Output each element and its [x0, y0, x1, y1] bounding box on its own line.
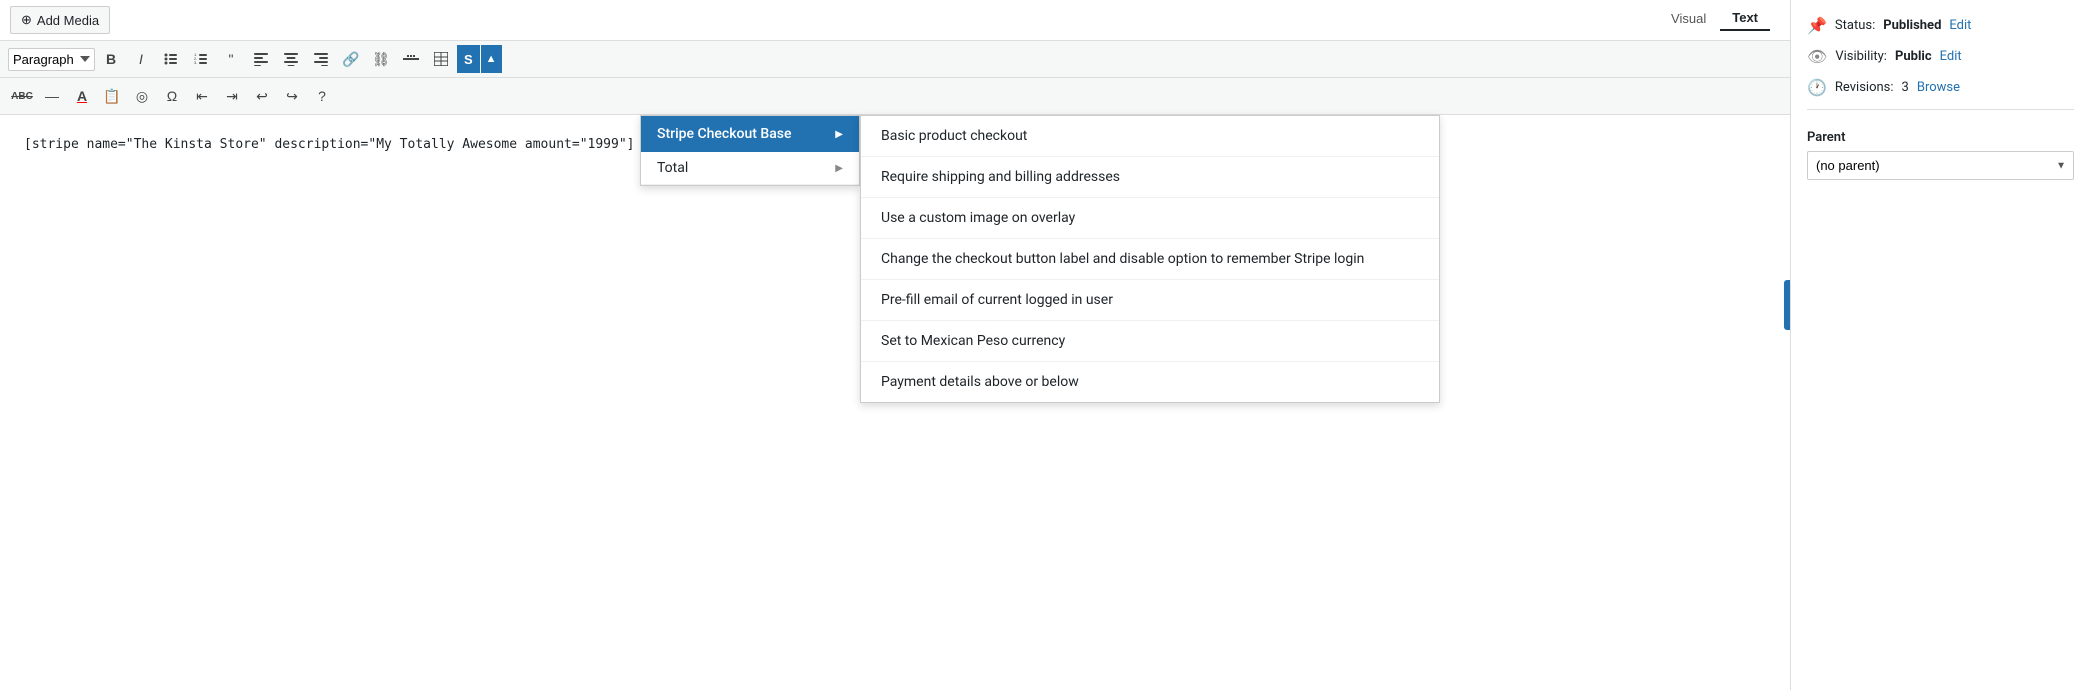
align-right-button[interactable]: [307, 45, 335, 73]
submenu-item-shipping[interactable]: Require shipping and billing addresses: [861, 157, 1439, 198]
undo-button[interactable]: ↩: [248, 82, 276, 110]
total-label: Total: [657, 160, 688, 176]
unordered-list-button[interactable]: [157, 45, 185, 73]
revisions-label: Revisions:: [1835, 80, 1894, 95]
submenu-item-basic[interactable]: Basic product checkout: [861, 116, 1439, 157]
indent-button[interactable]: ⇥: [218, 82, 246, 110]
status-row: 📌 Status: Published Edit: [1807, 16, 2074, 35]
unlink-button[interactable]: ⛓: [367, 45, 395, 73]
revisions-row: 🕐 Revisions: 3 Browse: [1807, 78, 2074, 97]
submenu-item-payment-details[interactable]: Payment details above or below: [861, 362, 1439, 402]
toolbar-format-row2: ABC — A 📋 ◎ Ω ⇤ ⇥ ↩ ↪ ?: [0, 78, 2090, 115]
status-value: Published: [1883, 18, 1941, 33]
submenu-label-payment-details: Payment details above or below: [881, 374, 1079, 390]
stripe-dropdown-button[interactable]: ▲: [481, 45, 502, 73]
toolbar-top: ⊕ Add Media Visual Text: [0, 0, 2090, 41]
visibility-label: Visibility:: [1835, 49, 1887, 64]
revisions-browse-link[interactable]: Browse: [1917, 80, 1960, 95]
italic-button[interactable]: I: [127, 45, 155, 73]
editor-container: ⊕ Add Media Visual Text Paragraph B I 1.…: [0, 0, 2090, 690]
paragraph-format-select[interactable]: Paragraph: [8, 48, 95, 71]
stripe-main-button[interactable]: S: [457, 45, 480, 73]
submenu-item-prefill[interactable]: Pre-fill email of current logged in user: [861, 280, 1439, 321]
visibility-row: 👁 Visibility: Public Edit: [1807, 47, 2074, 66]
submenu-label-currency: Set to Mexican Peso currency: [881, 333, 1065, 349]
link-button[interactable]: 🔗: [337, 45, 365, 73]
right-sidebar: 📌 Status: Published Edit 👁 Visibility: P…: [1790, 0, 2090, 690]
status-label: Status:: [1835, 18, 1875, 33]
add-media-label: Add Media: [37, 13, 99, 28]
dropdown-arrow-icon: ▶: [835, 129, 843, 140]
paste-word-button[interactable]: 📋: [98, 82, 126, 110]
submenu-label-shipping: Require shipping and billing addresses: [881, 169, 1120, 185]
stripe-dropdown-menu: Stripe Checkout Base ▶ Total ▶: [640, 115, 860, 186]
text-color-button[interactable]: A: [68, 82, 96, 110]
redo-button[interactable]: ↪: [278, 82, 306, 110]
table-button[interactable]: [427, 45, 455, 73]
visibility-edit-link[interactable]: Edit: [1940, 49, 1962, 64]
add-media-button[interactable]: ⊕ Add Media: [10, 6, 110, 34]
total-item[interactable]: Total ▶: [641, 152, 859, 185]
submenu-label-prefill: Pre-fill email of current logged in user: [881, 292, 1113, 308]
align-center-button[interactable]: [277, 45, 305, 73]
accent-bar: [1784, 280, 1790, 330]
parent-select[interactable]: (no parent): [1807, 151, 2074, 180]
status-edit-link[interactable]: Edit: [1949, 18, 1971, 33]
svg-text:3.: 3.: [194, 60, 197, 65]
parent-label: Parent: [1807, 130, 2074, 145]
total-arrow-icon: ▶: [835, 163, 843, 174]
revisions-icon: 🕐: [1807, 78, 1827, 97]
visibility-icon: 👁: [1807, 47, 1827, 66]
submenu-item-currency[interactable]: Set to Mexican Peso currency: [861, 321, 1439, 362]
blockquote-button[interactable]: ": [217, 45, 245, 73]
view-tabs: Visual Text: [1659, 6, 1770, 31]
submenu-item-image[interactable]: Use a custom image on overlay: [861, 198, 1439, 239]
help-button[interactable]: ?: [308, 82, 336, 110]
add-media-icon: ⊕: [21, 12, 32, 28]
submenu-label-image: Use a custom image on overlay: [881, 210, 1075, 226]
status-icon: 📌: [1807, 16, 1827, 35]
horizontal-rule-button[interactable]: —: [38, 82, 66, 110]
align-left-button[interactable]: [247, 45, 275, 73]
visibility-value: Public: [1895, 49, 1932, 64]
stripe-button-group: S ▲: [457, 45, 502, 73]
stripe-checkout-base-header[interactable]: Stripe Checkout Base ▶: [641, 116, 859, 152]
clear-formatting-button[interactable]: ◎: [128, 82, 156, 110]
bold-button[interactable]: B: [97, 45, 125, 73]
strikethrough-button[interactable]: ABC: [8, 82, 36, 110]
toolbar-format-row1: Paragraph B I 1.2.3. " 🔗 ⛓ S: [0, 41, 2090, 78]
outdent-button[interactable]: ⇤: [188, 82, 216, 110]
submenu-label-basic: Basic product checkout: [881, 128, 1027, 144]
stripe-checkout-base-label: Stripe Checkout Base: [657, 126, 792, 142]
revisions-value: 3: [1902, 80, 1909, 95]
sidebar-divider: [1807, 109, 2074, 110]
parent-select-wrapper: (no parent) ▼: [1807, 151, 2074, 180]
ordered-list-button[interactable]: 1.2.3.: [187, 45, 215, 73]
tab-text[interactable]: Text: [1720, 6, 1770, 31]
more-tag-button[interactable]: [397, 45, 425, 73]
submenu-label-button-label: Change the checkout button label and dis…: [881, 251, 1364, 267]
special-chars-button[interactable]: Ω: [158, 82, 186, 110]
tab-visual[interactable]: Visual: [1659, 6, 1718, 31]
submenu-item-label[interactable]: Change the checkout button label and dis…: [861, 239, 1439, 280]
stripe-submenu: Basic product checkout Require shipping …: [860, 115, 1440, 403]
parent-section: Parent (no parent) ▼: [1807, 130, 2074, 180]
